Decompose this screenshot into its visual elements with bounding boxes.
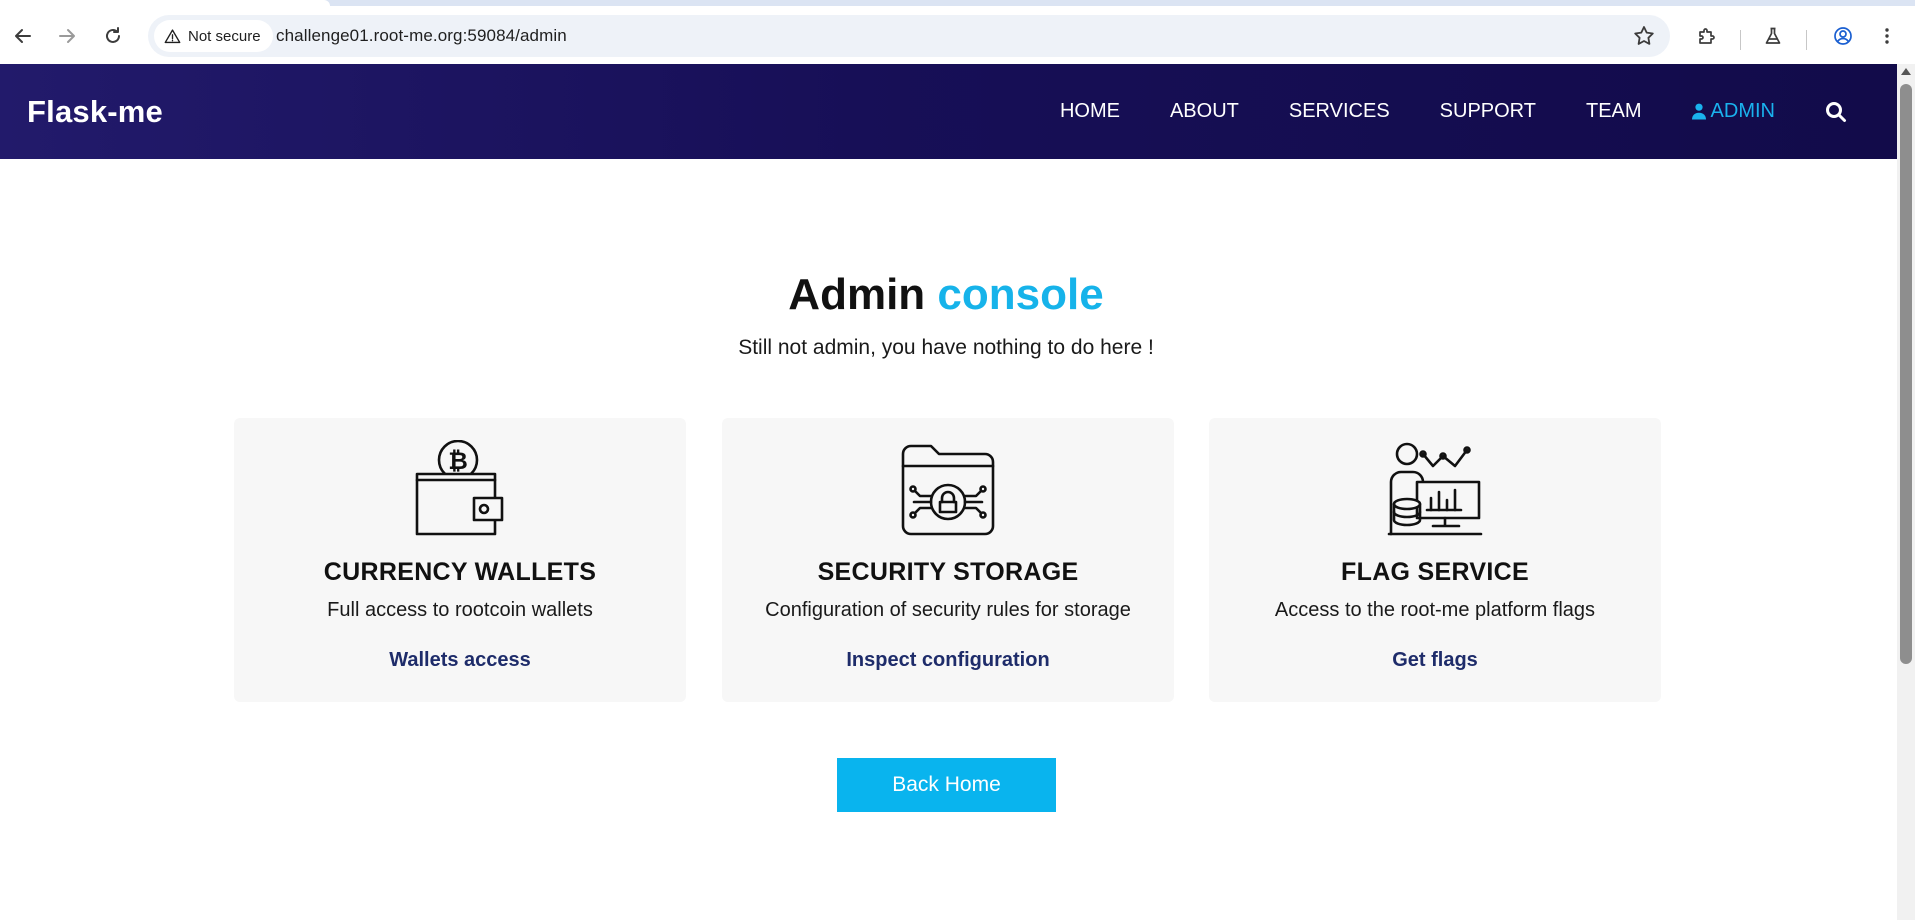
card-title: CURRENCY WALLETS bbox=[323, 558, 597, 586]
inspect-configuration-link[interactable]: Inspect configuration bbox=[722, 649, 1174, 672]
card-description: Access to the root-me platform flags bbox=[1274, 599, 1596, 621]
nav-admin[interactable]: ADMIN bbox=[1691, 100, 1775, 123]
card-title: FLAG SERVICE bbox=[1341, 558, 1529, 586]
reload-button[interactable] bbox=[96, 19, 130, 53]
title-accent: console bbox=[937, 270, 1104, 319]
title-main: Admin bbox=[788, 270, 926, 319]
warning-triangle-icon bbox=[164, 28, 181, 43]
main-nav: HOME ABOUT SERVICES SUPPORT TEAM ADMIN bbox=[1060, 64, 1897, 159]
address-bar[interactable]: Not secure challenge01.root-me.org:59084… bbox=[148, 15, 1670, 57]
search-button[interactable] bbox=[1825, 101, 1847, 123]
profile-button[interactable] bbox=[1826, 19, 1860, 53]
data-analyst-icon bbox=[1387, 440, 1483, 536]
toolbar-separator bbox=[1740, 30, 1741, 50]
nav-support[interactable]: SUPPORT bbox=[1440, 100, 1536, 123]
bookmark-button[interactable] bbox=[1632, 24, 1656, 48]
forward-button[interactable] bbox=[50, 19, 84, 53]
url-text[interactable]: challenge01.root-me.org:59084/admin bbox=[276, 26, 567, 46]
kebab-menu-icon bbox=[1885, 28, 1889, 44]
scroll-up-arrow[interactable] bbox=[1901, 68, 1911, 75]
nav-home[interactable]: HOME bbox=[1060, 100, 1120, 123]
arrow-right-icon bbox=[59, 29, 75, 43]
card-flag-service: FLAG SERVICE Access to the root-me platf… bbox=[1209, 418, 1661, 702]
get-flags-link[interactable]: Get flags bbox=[1209, 649, 1661, 672]
nav-admin-label: ADMIN bbox=[1710, 100, 1775, 122]
back-button[interactable] bbox=[6, 19, 40, 53]
puzzle-icon bbox=[1699, 28, 1715, 44]
nav-team[interactable]: TEAM bbox=[1586, 100, 1642, 123]
reload-icon bbox=[106, 27, 120, 43]
page-subtitle: Still not admin, you have nothing to do … bbox=[738, 336, 1154, 359]
svg-text:₿: ₿ bbox=[448, 447, 468, 475]
extensions-button[interactable] bbox=[1690, 19, 1724, 53]
page-scrollbar[interactable] bbox=[1897, 64, 1915, 920]
scroll-thumb[interactable] bbox=[1900, 84, 1912, 664]
toolbar-separator bbox=[1806, 30, 1807, 50]
secure-folder-icon bbox=[900, 440, 996, 536]
account-circle-icon bbox=[1834, 27, 1852, 45]
page-title: Admin console bbox=[0, 270, 1892, 320]
nav-about[interactable]: ABOUT bbox=[1170, 100, 1239, 123]
security-indicator[interactable]: Not secure bbox=[154, 20, 273, 52]
arrow-left-icon bbox=[15, 29, 31, 43]
browser-menu-button[interactable] bbox=[1870, 19, 1904, 53]
card-description: Configuration of security rules for stor… bbox=[765, 599, 1131, 621]
browser-toolbar: Not secure challenge01.root-me.org:59084… bbox=[0, 6, 1915, 64]
card-title: SECURITY STORAGE bbox=[817, 558, 1079, 586]
search-icon bbox=[1826, 101, 1846, 122]
back-home-button[interactable]: Back Home bbox=[837, 758, 1056, 812]
wallets-access-link[interactable]: Wallets access bbox=[234, 649, 686, 672]
card-currency-wallets: ₿ CURRENCY WALLETS Full access to rootco… bbox=[234, 418, 686, 702]
security-label: Not secure bbox=[188, 27, 261, 45]
card-description: Full access to rootcoin wallets bbox=[327, 599, 593, 621]
site-logo[interactable]: Flask-me bbox=[27, 94, 163, 130]
nav-services[interactable]: SERVICES bbox=[1289, 100, 1390, 123]
site-header: Flask-me HOME ABOUT SERVICES SUPPORT TEA… bbox=[0, 64, 1897, 159]
bitcoin-wallet-icon: ₿ bbox=[412, 439, 508, 536]
card-security-storage: SECURITY STORAGE Configuration of securi… bbox=[722, 418, 1174, 702]
flask-icon bbox=[1765, 27, 1781, 44]
user-icon bbox=[1691, 103, 1706, 120]
star-icon bbox=[1634, 26, 1654, 45]
labs-button[interactable] bbox=[1756, 19, 1790, 53]
